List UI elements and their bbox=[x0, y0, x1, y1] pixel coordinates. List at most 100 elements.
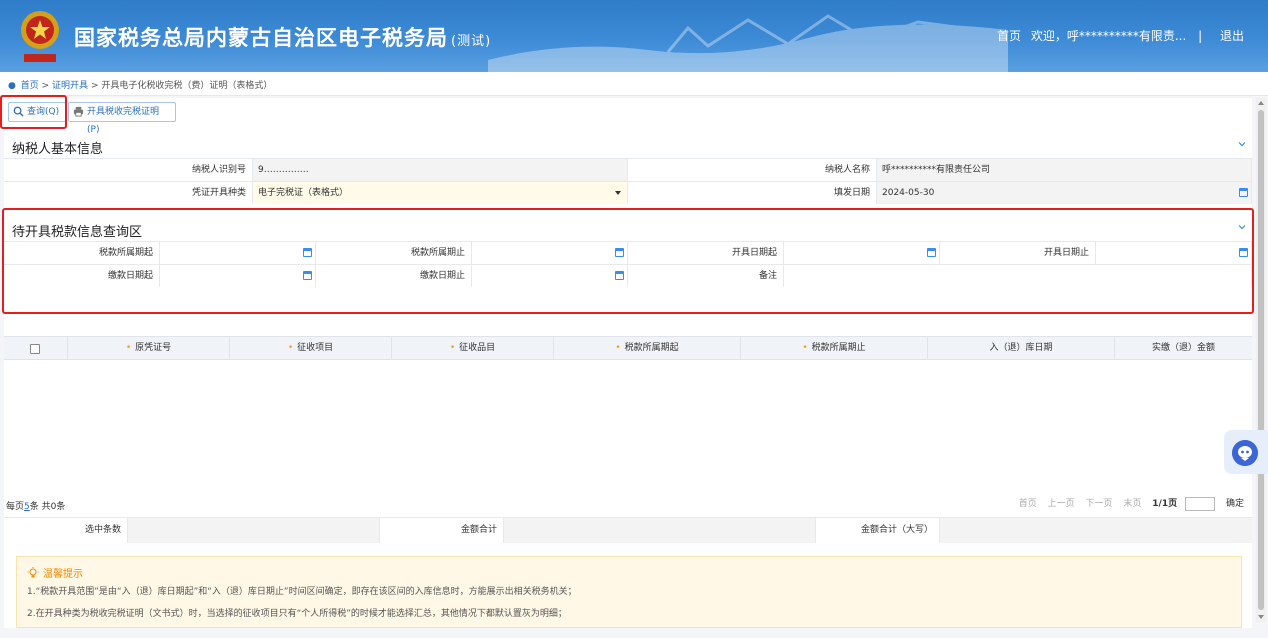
breadcrumb-home[interactable]: 首页 bbox=[21, 81, 39, 91]
pagination-bar: 每页5条 共0条 首页 上一页 下一页 末页 1/1页 确定 bbox=[4, 496, 1252, 514]
issue-date-start-input[interactable] bbox=[784, 242, 940, 264]
pay-date-start-label: 缴款日期起 bbox=[4, 265, 160, 287]
period-start-input[interactable] bbox=[160, 242, 316, 264]
page-info: 1/1页 bbox=[1152, 499, 1178, 509]
site-header: 国家税务总局内蒙古自治区电子税务局 (测试) 首页 欢迎，呼**********有… bbox=[0, 0, 1268, 72]
tips-title: 温馨提示 bbox=[27, 565, 1241, 580]
period-start-label: 税款所属期起 bbox=[4, 242, 160, 264]
lightbulb-icon bbox=[27, 567, 39, 578]
scroll-up-arrow-icon[interactable] bbox=[1258, 101, 1264, 105]
certificate-type-label: 凭证开具种类 bbox=[4, 182, 253, 204]
issue-certificate-label: 开具税收完税证明(P) bbox=[87, 107, 160, 135]
calendar-icon[interactable] bbox=[1239, 188, 1248, 197]
test-tag: (测试) bbox=[451, 34, 492, 49]
nav-home-link[interactable]: 首页 bbox=[997, 29, 1021, 43]
taxpayer-section-title: 纳税人基本信息 bbox=[12, 142, 104, 157]
tip-line-1: 1.“税款开具范围”是由“入（退）库日期起”和“入（退）库日期止”时间区间确定，… bbox=[27, 587, 577, 597]
breadcrumb-current: 开具电子化税收完税（费）证明（表格式） bbox=[101, 81, 273, 91]
issue-date-field[interactable]: 2024-05-30 bbox=[877, 182, 1252, 204]
issue-date-label: 填发日期 bbox=[628, 182, 877, 204]
query-button-label: 查询(Q) bbox=[27, 107, 60, 117]
taxpayer-row-1: 纳税人识别号 9…………… 纳税人名称 呼**********有限责任公司 bbox=[4, 158, 1252, 181]
taxpayer-name-label: 纳税人名称 bbox=[628, 159, 877, 181]
issue-date-start-label: 开具日期起 bbox=[628, 242, 784, 264]
prev-page-button[interactable]: 上一页 bbox=[1048, 499, 1075, 509]
certificate-type-select[interactable]: 电子完税证（表格式） bbox=[253, 182, 628, 204]
chat-robot-icon bbox=[1232, 440, 1258, 466]
results-table-body bbox=[4, 360, 1252, 494]
last-page-button[interactable]: 末页 bbox=[1123, 499, 1141, 509]
select-all-cell bbox=[4, 337, 68, 360]
taxpayer-id-label: 纳税人识别号 bbox=[4, 159, 253, 181]
calendar-icon[interactable] bbox=[927, 248, 936, 257]
next-page-button[interactable]: 下一页 bbox=[1086, 499, 1113, 509]
taxpayer-section-header[interactable]: 纳税人基本信息 bbox=[4, 132, 1252, 157]
breadcrumb-sep: > bbox=[90, 81, 99, 91]
summary-row: 选中条数 金额合计 金额合计（大写） bbox=[4, 517, 1252, 543]
first-page-button[interactable]: 首页 bbox=[1019, 499, 1037, 509]
tips-box: 温馨提示 1.“税款开具范围”是由“入（退）库日期起”和“入（退）库日期止”时间… bbox=[16, 556, 1242, 628]
period-end-input[interactable] bbox=[472, 242, 628, 264]
page-jump-confirm-button[interactable]: 确定 bbox=[1226, 499, 1244, 509]
site-title: 国家税务总局内蒙古自治区电子税务局 (测试) bbox=[74, 22, 491, 52]
welcome-text[interactable]: 欢迎，呼**********有限责... bbox=[1031, 29, 1186, 43]
remark-label: 备注 bbox=[628, 265, 784, 287]
pay-date-end-input[interactable] bbox=[472, 265, 628, 287]
breadcrumb: ● 首页 > 证明开具 > 开具电子化税收完税（费）证明（表格式） bbox=[0, 72, 1268, 96]
column-header[interactable]: • 税款所属期起 bbox=[554, 337, 741, 360]
column-header[interactable]: 实缴（退）金额 bbox=[1115, 337, 1252, 360]
amount-total-value bbox=[504, 518, 816, 543]
breadcrumb-certificates[interactable]: 证明开具 bbox=[52, 81, 88, 91]
pager-controls: 首页 上一页 下一页 末页 1/1页 确定 bbox=[1011, 496, 1244, 511]
query-row-1: 税款所属期起 税款所属期止 开具日期起 开具日期止 bbox=[4, 241, 1252, 264]
query-row-2: 缴款日期起 缴款日期止 备注 bbox=[4, 264, 1252, 287]
remark-input[interactable] bbox=[784, 265, 1252, 287]
selected-count-label: 选中条数 bbox=[4, 518, 128, 543]
chevron-down-icon[interactable] bbox=[1238, 223, 1246, 231]
calendar-icon[interactable] bbox=[615, 248, 624, 257]
column-header[interactable]: 入（退）库日期 bbox=[928, 337, 1115, 360]
column-header[interactable]: • 原凭证号 bbox=[68, 337, 230, 360]
issue-date-end-label: 开具日期止 bbox=[940, 242, 1096, 264]
column-header[interactable]: • 税款所属期止 bbox=[741, 337, 928, 360]
tax-emblem-logo bbox=[21, 11, 59, 62]
page-jump-input[interactable] bbox=[1185, 496, 1216, 511]
calendar-icon[interactable] bbox=[1239, 248, 1248, 257]
site-title-text: 国家税务总局内蒙古自治区电子税务局 bbox=[74, 26, 448, 50]
nav-separator: | bbox=[1198, 29, 1203, 43]
period-end-label: 税款所属期止 bbox=[316, 242, 472, 264]
printer-icon bbox=[73, 106, 84, 117]
main-panel: 查询(Q) 开具税收完税证明(P) 纳税人基本信息 纳税人识别号 9…………… … bbox=[4, 98, 1252, 628]
pay-date-end-label: 缴款日期止 bbox=[316, 265, 472, 287]
selected-count-value bbox=[128, 518, 380, 543]
issue-date-value: 2024-05-30 bbox=[882, 188, 935, 198]
query-section-title: 待开具税款信息查询区 bbox=[12, 225, 143, 240]
amount-upper-label: 金额合计（大写） bbox=[816, 518, 940, 543]
great-wall-illustration bbox=[488, 14, 1008, 72]
chevron-down-icon[interactable] bbox=[1238, 140, 1246, 148]
select-all-checkbox[interactable] bbox=[30, 344, 40, 354]
top-nav: 首页 欢迎，呼**********有限责... | 退出 bbox=[991, 27, 1244, 44]
dropdown-arrow-icon[interactable] bbox=[615, 191, 621, 195]
issue-certificate-button[interactable]: 开具税收完税证明(P) bbox=[68, 102, 176, 135]
calendar-icon[interactable] bbox=[615, 271, 624, 280]
calendar-icon[interactable] bbox=[303, 271, 312, 280]
pay-date-start-input[interactable] bbox=[160, 265, 316, 287]
page-scrollbar[interactable] bbox=[1256, 98, 1266, 622]
scrollbar-thumb[interactable] bbox=[1258, 110, 1264, 610]
taxpayer-name-value: 呼**********有限责任公司 bbox=[877, 159, 1252, 181]
column-header[interactable]: • 征收品目 bbox=[392, 337, 554, 360]
chat-assistant-button[interactable] bbox=[1224, 430, 1268, 474]
tip-line-2: 2.在开具种类为税收完税证明（文书式）时，当选择的征收项目只有“个人所得税”的时… bbox=[27, 609, 567, 619]
logout-link[interactable]: 退出 bbox=[1220, 29, 1244, 43]
issue-date-end-input[interactable] bbox=[1096, 242, 1252, 264]
page-size-info: 每页5条 共0条 bbox=[6, 502, 66, 512]
calendar-icon[interactable] bbox=[303, 248, 312, 257]
query-section-header[interactable]: 待开具税款信息查询区 bbox=[4, 215, 1252, 240]
column-header[interactable]: • 征收项目 bbox=[230, 337, 392, 360]
scroll-down-arrow-icon[interactable] bbox=[1258, 615, 1264, 619]
amount-total-label: 金额合计 bbox=[380, 518, 504, 543]
breadcrumb-sep: > bbox=[41, 81, 50, 91]
query-button[interactable]: 查询(Q) bbox=[8, 102, 66, 122]
taxpayer-id-value: 9…………… bbox=[253, 159, 628, 181]
